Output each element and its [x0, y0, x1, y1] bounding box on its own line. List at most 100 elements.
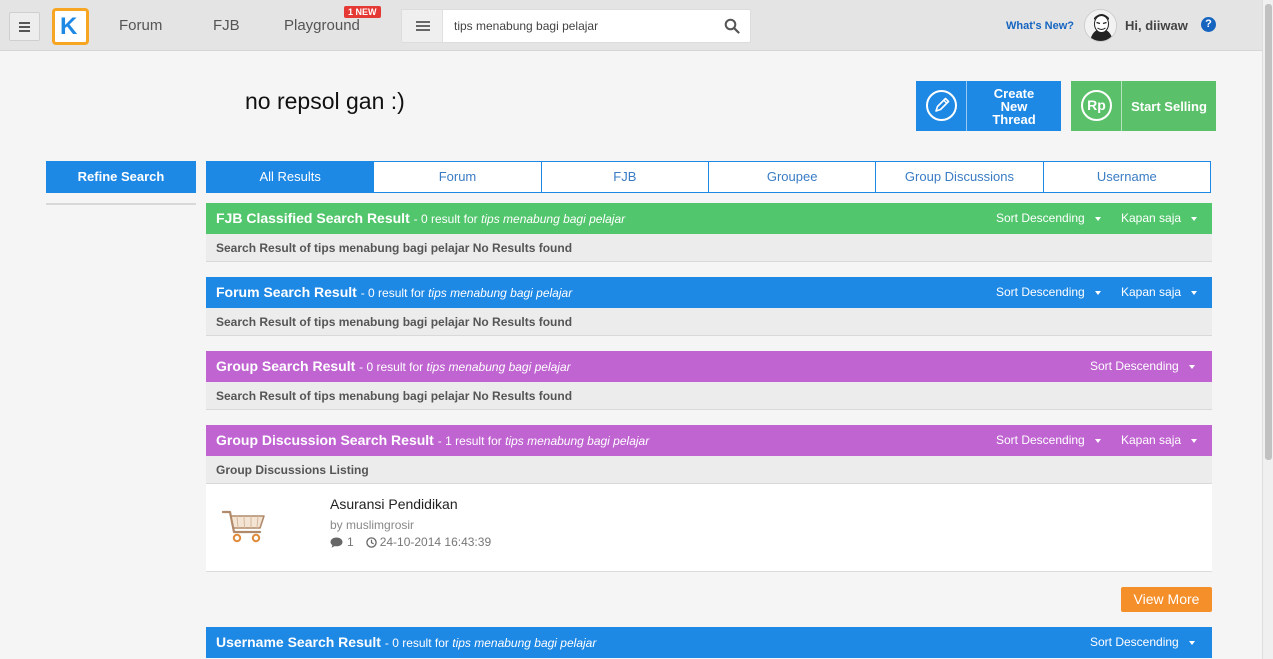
fjb-result-count: - 0 result for [413, 212, 478, 226]
pencil-icon-wrapper [916, 81, 967, 131]
result-count: - 0 result for tips menabung bagi pelaja… [385, 636, 596, 650]
username-section-title: Username Search Result [216, 634, 381, 650]
clock-icon [365, 536, 377, 548]
forum-query: tips menabung bagi pelajar [428, 286, 573, 300]
result-count: - 0 result for tips menabung bagi pelaja… [414, 212, 625, 226]
tab-fjb[interactable]: FJB [540, 162, 708, 192]
start-selling-label: Start Selling [1131, 98, 1207, 114]
section-title: FJB Classified Search Result - 0 result … [216, 210, 625, 226]
section-title: Group Search Result - 0 result for tips … [216, 358, 571, 374]
rupiah-icon-text: Rp [1087, 97, 1106, 113]
hamburger-icon [19, 22, 30, 24]
sort-dropdown[interactable]: Sort Descending [996, 433, 1101, 447]
kaskus-logo[interactable]: K [52, 8, 89, 45]
shopping-cart-icon [221, 510, 265, 543]
search-category-menu-button[interactable] [402, 10, 443, 42]
discussion-title-link[interactable]: Asuransi Pendidikan [330, 496, 458, 512]
create-new-thread-button[interactable]: Create New Thread [916, 81, 1061, 131]
tab-forum[interactable]: Forum [373, 162, 540, 192]
group-section-title: Group Search Result [216, 358, 356, 374]
nav-fjb[interactable]: FJB [213, 17, 240, 34]
forum-sort-label: Sort Descending [996, 285, 1085, 299]
search-input[interactable] [446, 11, 716, 41]
fjb-query: tips menabung bagi pelajar [481, 212, 626, 226]
create-new-thread-label: Create New Thread [992, 85, 1036, 127]
username-sort-label: Sort Descending [1090, 635, 1179, 649]
fjb-result-header: FJB Classified Search Result - 0 result … [206, 203, 1212, 234]
time-filter-dropdown[interactable]: Kapan saja [1121, 433, 1198, 447]
hamburger-icon-line [19, 30, 30, 32]
tab-username[interactable]: Username [1042, 162, 1210, 192]
help-icon[interactable]: ? [1201, 17, 1216, 32]
result-count: - 0 result for tips menabung bagi pelaja… [361, 286, 572, 300]
tab-groupee[interactable]: Groupee [707, 162, 875, 192]
comment-icon [330, 537, 343, 548]
group-discussion-section-title: Group Discussion Search Result [216, 432, 434, 448]
nav-forum[interactable]: Forum [119, 17, 162, 34]
search-bar [401, 9, 751, 43]
fjb-section-title: FJB Classified Search Result [216, 210, 410, 226]
section-title: Group Discussion Search Result - 1 resul… [216, 432, 649, 448]
group-sort-label: Sort Descending [1090, 359, 1179, 373]
fjb-no-results-message: Search Result of tips menabung bagi pela… [206, 234, 1212, 262]
section-title: Forum Search Result - 0 result for tips … [216, 284, 572, 300]
whats-new-link[interactable]: What's New? [1006, 20, 1074, 32]
comment-count: 1 [347, 535, 354, 549]
forum-result-count: - 0 result for [360, 286, 425, 300]
scrollbar-thumb[interactable] [1265, 4, 1272, 460]
fjb-time-label: Kapan saja [1121, 211, 1182, 225]
group-result-count: - 0 result for [359, 360, 424, 374]
hamburger-menu-button[interactable] [9, 12, 40, 41]
group-discussion-sort-label: Sort Descending [996, 433, 1085, 447]
new-badge: 1 NEW [344, 6, 381, 18]
result-tabs: All Results Forum FJB Groupee Group Disc… [206, 161, 1211, 193]
forum-time-label: Kapan saja [1121, 285, 1182, 299]
group-discussion-query: tips menabung bagi pelajar [505, 434, 650, 448]
group-discussion-result-count: - 1 result for [437, 434, 502, 448]
list-icon [416, 21, 430, 23]
group-discussions-listing-header: Group Discussions Listing [206, 456, 1212, 484]
caret-down-icon [1094, 290, 1101, 295]
search-icon[interactable] [724, 18, 740, 34]
caret-down-icon [1191, 216, 1198, 221]
caret-down-icon [1188, 640, 1195, 645]
group-discussion-time-label: Kapan saja [1121, 433, 1182, 447]
author-link[interactable]: muslimgrosir [346, 518, 414, 532]
vertical-scrollbar[interactable] [1262, 0, 1273, 659]
caret-down-icon [1094, 438, 1101, 443]
list-item[interactable]: Asuransi Pendidikan by muslimgrosir 1 24… [206, 484, 1212, 572]
list-icon-line [416, 25, 430, 27]
forum-section-title: Forum Search Result [216, 284, 357, 300]
caret-down-icon [1191, 438, 1198, 443]
username-result-count: - 0 result for [384, 636, 449, 650]
sort-dropdown[interactable]: Sort Descending [1090, 635, 1195, 649]
rupiah-icon-wrapper: Rp [1071, 81, 1122, 131]
section-title: Username Search Result - 0 result for ti… [216, 634, 596, 650]
group-result-header: Group Search Result - 0 result for tips … [206, 351, 1212, 382]
author-prefix: by [330, 518, 343, 532]
avatar[interactable] [1084, 9, 1117, 42]
sort-dropdown[interactable]: Sort Descending [996, 285, 1101, 299]
refine-search-button[interactable]: Refine Search [46, 161, 196, 193]
group-discussion-result-header: Group Discussion Search Result - 1 resul… [206, 425, 1212, 456]
sidebar-divider [46, 203, 196, 205]
user-greeting[interactable]: Hi, diiwaw [1125, 18, 1188, 33]
nav-playground[interactable]: Playground [284, 17, 360, 34]
list-icon-line [416, 29, 430, 31]
start-selling-button[interactable]: Rp Start Selling [1071, 81, 1216, 131]
hamburger-icon-line [19, 26, 30, 28]
sort-dropdown[interactable]: Sort Descending [1090, 359, 1195, 373]
discussion-datetime: 24-10-2014 16:43:39 [379, 535, 492, 549]
view-more-button[interactable]: View More [1121, 587, 1212, 612]
tab-all-results[interactable]: All Results [207, 162, 374, 192]
user-avatar-icon [1085, 10, 1116, 41]
pencil-icon [926, 90, 957, 121]
sort-dropdown[interactable]: Sort Descending [996, 211, 1101, 225]
time-filter-dropdown[interactable]: Kapan saja [1121, 285, 1198, 299]
tab-group-discussions[interactable]: Group Discussions [875, 162, 1042, 192]
forum-no-results-message: Search Result of tips menabung bagi pela… [206, 308, 1212, 336]
discussion-author: by muslimgrosir [330, 518, 414, 532]
time-filter-dropdown[interactable]: Kapan saja [1121, 211, 1198, 225]
result-count: - 1 result for tips menabung bagi pelaja… [438, 434, 649, 448]
fjb-sort-label: Sort Descending [996, 211, 1085, 225]
